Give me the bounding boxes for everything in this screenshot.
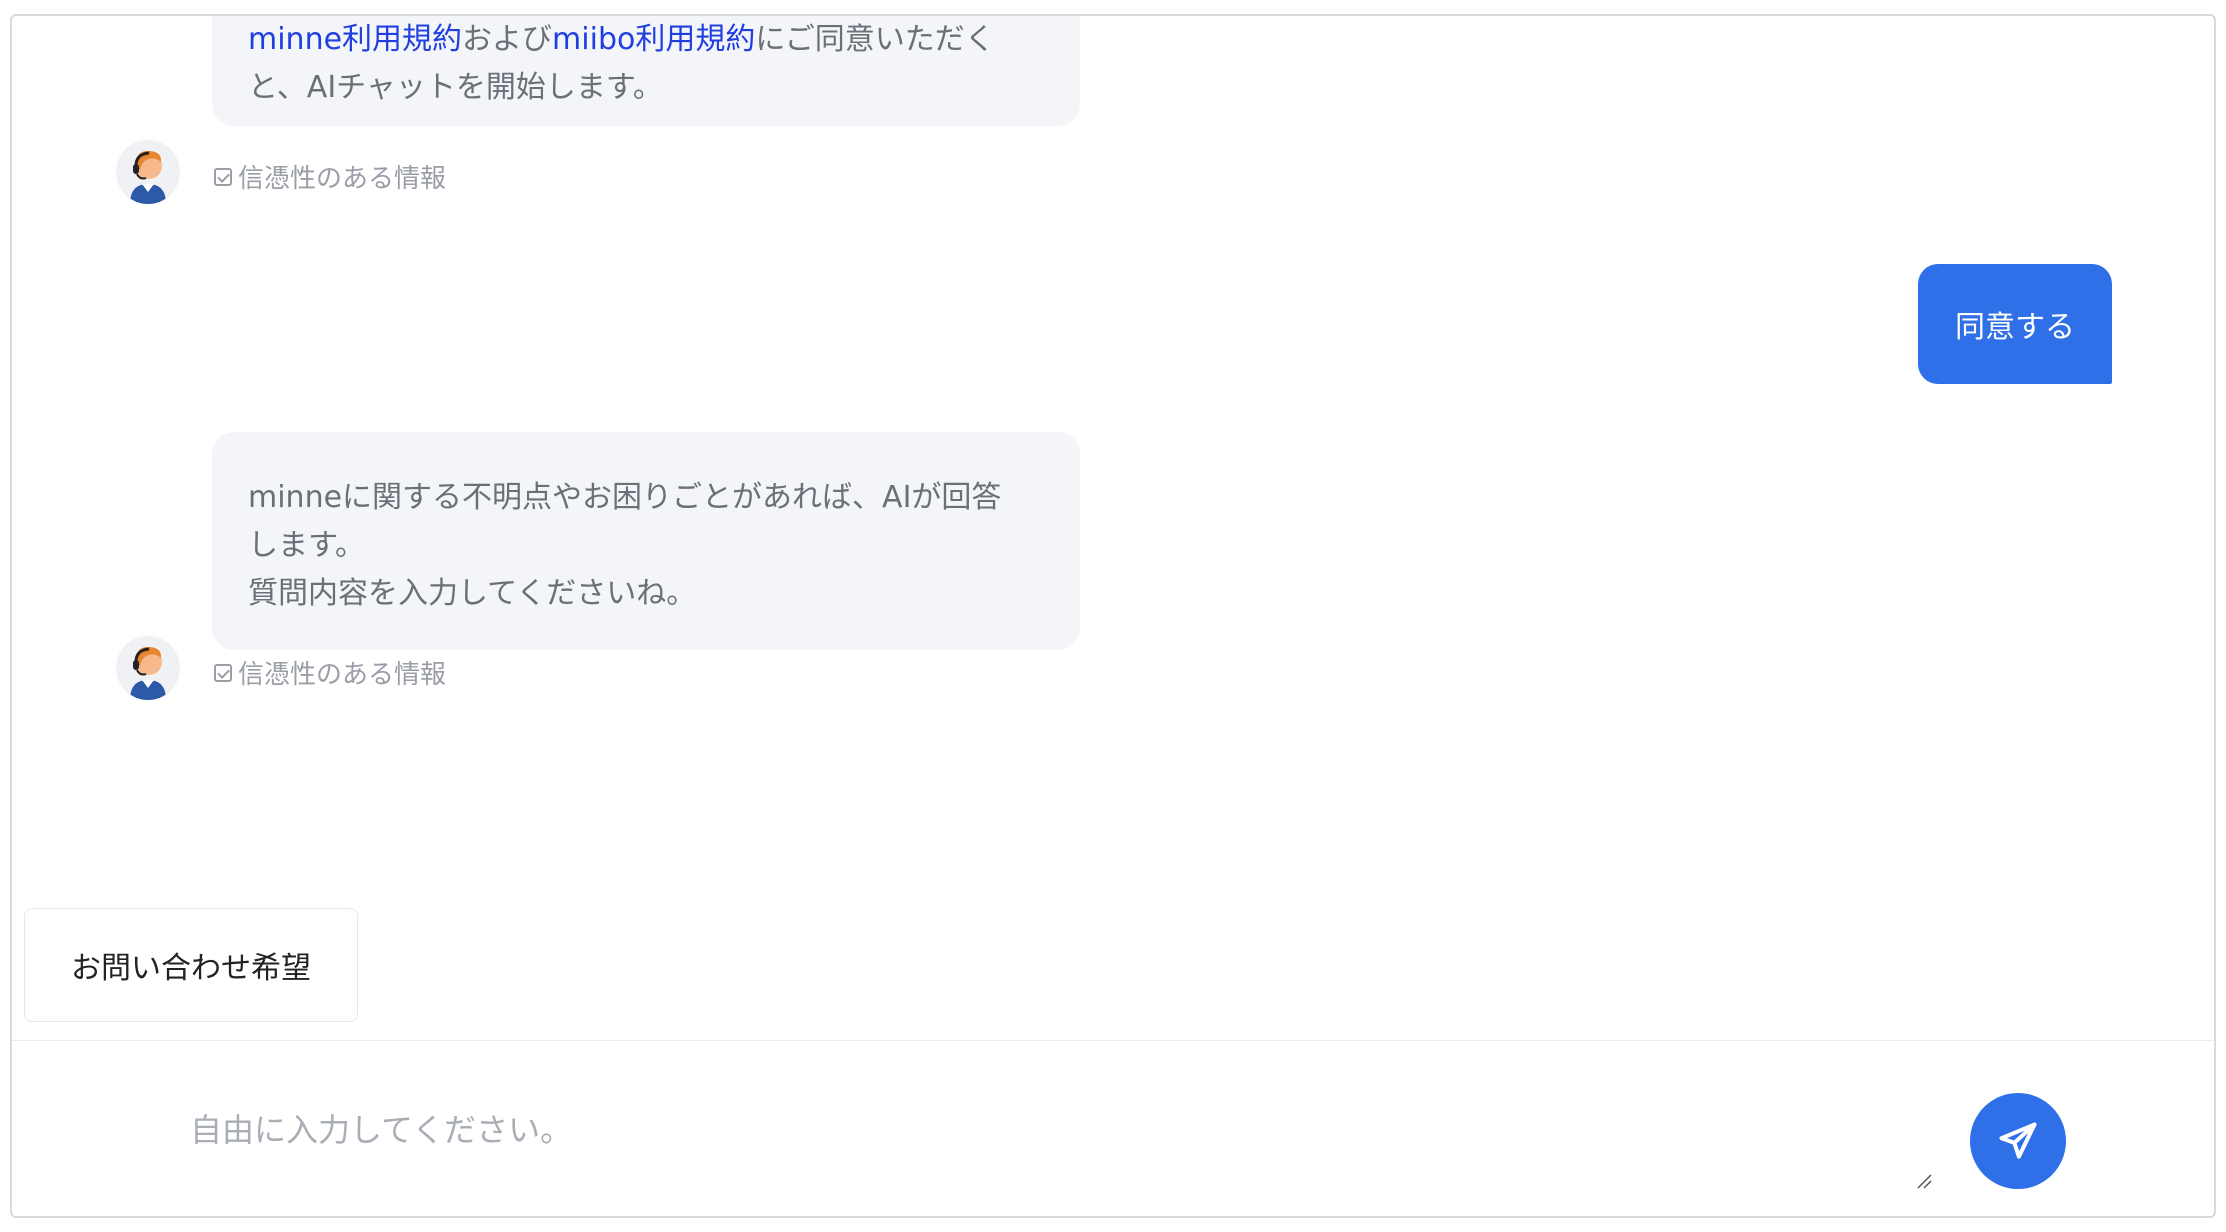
- bot-message: minne利用規約およびmiibo利用規約にご同意いただく と、AIチャットを開…: [212, 16, 1080, 126]
- quick-reply-contact-button[interactable]: お問い合わせ希望: [24, 908, 358, 1022]
- message-input[interactable]: [132, 1081, 1952, 1191]
- message-text: および: [462, 22, 553, 57]
- message-text: します。: [248, 528, 365, 563]
- credibility-label: 信憑性のある情報: [214, 158, 446, 195]
- message-text: minneに関する不明点やお困りごとがあれば、AIが回答: [248, 480, 1002, 515]
- message-text: 同意する: [1955, 310, 2075, 345]
- checkbox-icon: [214, 663, 232, 682]
- message-composer: [12, 1040, 2214, 1216]
- support-agent-avatar: [116, 140, 180, 204]
- bot-message: minneに関する不明点やお困りごとがあれば、AIが回答 します。 質問内容を入…: [212, 432, 1080, 650]
- message-list[interactable]: minne利用規約およびmiibo利用規約にご同意いただく と、AIチャットを開…: [12, 16, 2214, 1038]
- message-text: 質問内容を入力してくださいね。: [248, 576, 697, 611]
- credibility-label: 信憑性のある情報: [214, 654, 446, 691]
- message-text: と、AIチャットを開始します。: [248, 70, 663, 105]
- chat-widget: minne利用規約およびmiibo利用規約にご同意いただく と、AIチャットを開…: [10, 14, 2216, 1218]
- message-text: にご同意いただく: [755, 22, 995, 57]
- quick-reply-label: お問い合わせ希望: [71, 951, 311, 986]
- send-button[interactable]: [1970, 1093, 2066, 1189]
- minne-terms-link[interactable]: minne利用規約: [248, 22, 462, 57]
- checkbox-icon: [214, 167, 232, 186]
- credibility-text: 信憑性のある情報: [238, 164, 447, 194]
- credibility-text: 信憑性のある情報: [238, 660, 447, 690]
- support-agent-avatar: [116, 636, 180, 700]
- send-paper-plane-icon: [1999, 1122, 2037, 1159]
- miibo-terms-link[interactable]: miibo利用規約: [552, 22, 755, 57]
- user-message: 同意する: [1918, 264, 2112, 384]
- resize-grip-icon[interactable]: [1916, 1173, 1932, 1189]
